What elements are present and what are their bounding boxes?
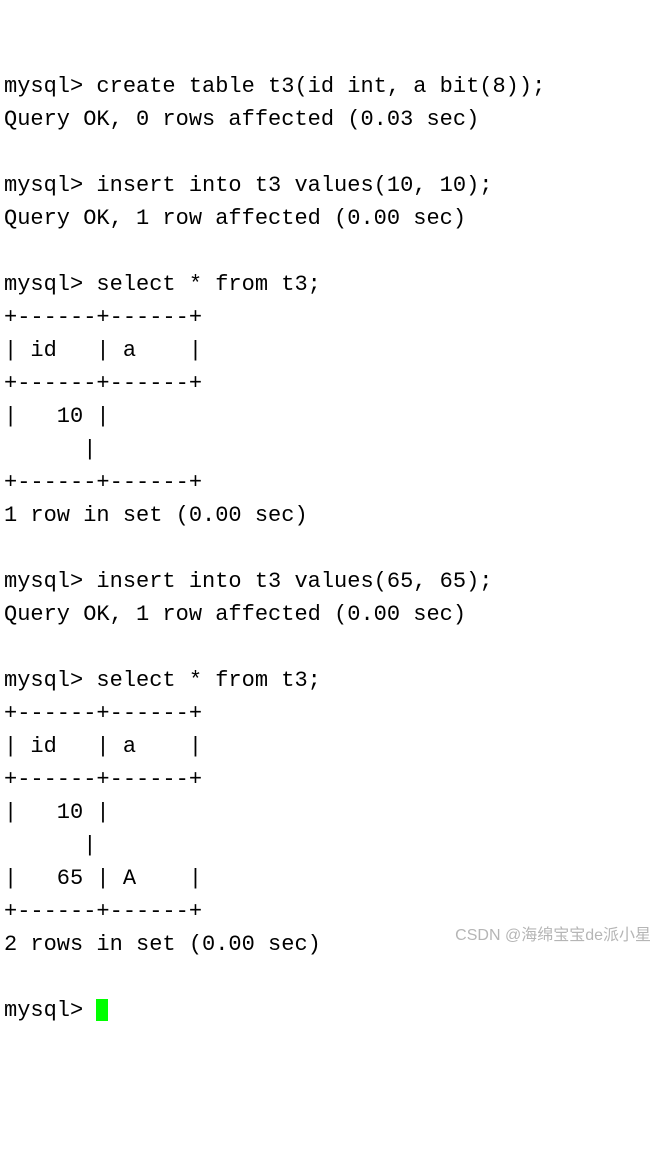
table-row: | 65 | A | xyxy=(4,866,202,891)
prompt-line: mysql> insert into t3 values(10, 10); xyxy=(4,173,492,198)
prompt-line: mysql> insert into t3 values(65, 65); xyxy=(4,569,492,594)
response-line: Query OK, 0 rows affected (0.03 sec) xyxy=(4,107,479,132)
prompt-line: mysql> select * from t3; xyxy=(4,272,321,297)
prompt-line: mysql> select * from t3; xyxy=(4,668,321,693)
table-border: +------+------+ xyxy=(4,470,202,495)
table-row: | 10 | xyxy=(4,404,110,429)
table-border: +------+------+ xyxy=(4,767,202,792)
table-header: | id | a | xyxy=(4,734,202,759)
table-row: | 10 | xyxy=(4,800,110,825)
table-border: +------+------+ xyxy=(4,305,202,330)
watermark-text: CSDN @海绵宝宝de派小星 xyxy=(455,924,651,948)
table-row: | xyxy=(4,833,96,858)
cursor-icon[interactable] xyxy=(96,999,108,1021)
table-border: +------+------+ xyxy=(4,371,202,396)
table-border: +------+------+ xyxy=(4,899,202,924)
table-border: +------+------+ xyxy=(4,701,202,726)
terminal-output: mysql> create table t3(id int, a bit(8))… xyxy=(4,70,657,1027)
prompt-line[interactable]: mysql> xyxy=(4,998,96,1023)
table-header: | id | a | xyxy=(4,338,202,363)
response-line: Query OK, 1 row affected (0.00 sec) xyxy=(4,602,466,627)
result-summary: 2 rows in set (0.00 sec) xyxy=(4,932,321,957)
prompt-line: mysql> create table t3(id int, a bit(8))… xyxy=(4,74,545,99)
response-line: Query OK, 1 row affected (0.00 sec) xyxy=(4,206,466,231)
result-summary: 1 row in set (0.00 sec) xyxy=(4,503,308,528)
table-row: | xyxy=(4,437,96,462)
